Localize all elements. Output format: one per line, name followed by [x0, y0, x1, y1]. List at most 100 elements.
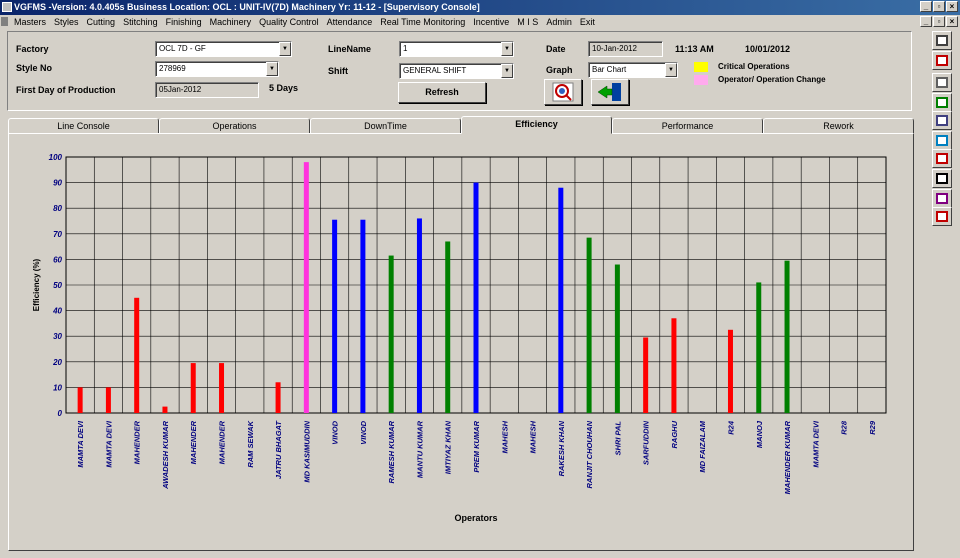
pdf-button[interactable]: [932, 149, 952, 168]
first-day-label: First Day of Production: [16, 85, 116, 95]
x-tick-label: R24: [726, 420, 735, 435]
clock-time: 11:13 AM: [675, 44, 714, 54]
style-select[interactable]: 278969 ▼: [155, 61, 279, 77]
menu-real-time-monitoring[interactable]: Real Time Monitoring: [380, 17, 465, 27]
menu-exit[interactable]: Exit: [580, 17, 595, 27]
efficiency-bar: [756, 282, 762, 413]
y-tick-label: 0: [58, 409, 63, 418]
settings-button[interactable]: [932, 189, 952, 208]
print-icon: [936, 35, 948, 46]
document-button[interactable]: [932, 111, 952, 130]
menu-finishing[interactable]: Finishing: [166, 17, 202, 27]
menu-mis[interactable]: M I S: [517, 17, 538, 27]
x-tick-label: AWADESH KUMAR: [161, 420, 170, 490]
chevron-down-icon[interactable]: ▼: [665, 63, 677, 77]
chevron-down-icon[interactable]: ▼: [501, 64, 513, 78]
factory-label: Factory: [16, 44, 49, 54]
export-button[interactable]: [932, 73, 952, 92]
tab-operations[interactable]: Operations: [159, 118, 310, 134]
settings-icon: [936, 193, 948, 204]
menu-attendance[interactable]: Attendance: [327, 17, 373, 27]
menu-quality-control[interactable]: Quality Control: [259, 17, 319, 27]
efficiency-bar: [162, 406, 168, 413]
tab-rework[interactable]: Rework: [763, 118, 914, 134]
menu-masters[interactable]: Masters: [14, 17, 46, 27]
window-title: VGFMS -Version: 4.0.405s Business Locati…: [14, 2, 480, 12]
menu-stitching[interactable]: Stitching: [123, 17, 158, 27]
shift-select[interactable]: GENERAL SHIFT ▼: [399, 63, 514, 79]
efficiency-bar: [671, 318, 677, 413]
efficiency-bar: [303, 162, 309, 413]
tab-line-console[interactable]: Line Console: [8, 118, 159, 134]
efficiency-bar: [643, 337, 649, 413]
print-button[interactable]: [932, 31, 952, 50]
close-icon[interactable]: ×: [946, 1, 958, 12]
legend-change: Operator/ Operation Change: [718, 75, 826, 84]
restore-icon[interactable]: ▫: [933, 1, 945, 12]
y-tick-label: 50: [53, 281, 62, 290]
exit-console-button[interactable]: [591, 79, 629, 105]
x-tick-label: R28: [840, 420, 849, 435]
change-swatch: [694, 75, 708, 85]
y-tick-label: 100: [49, 153, 63, 162]
word-icon: [936, 97, 948, 108]
y-axis-label: Efficiency (%): [32, 258, 41, 311]
first-day-field: 05Jan-2012: [155, 82, 259, 98]
document-icon: [936, 115, 948, 126]
close-report-button[interactable]: [932, 207, 952, 226]
efficiency-bar: [190, 363, 196, 413]
tab-downtime[interactable]: DownTime: [310, 118, 461, 134]
graph-label: Graph: [546, 65, 573, 75]
tab-strip: Line Console Operations DownTime Efficie…: [8, 116, 914, 134]
efficiency-bar: [219, 363, 225, 413]
menu-cutting[interactable]: Cutting: [87, 17, 116, 27]
notes-icon: [936, 135, 948, 146]
print-preview-button[interactable]: [932, 51, 952, 70]
document-icon: [1, 17, 8, 26]
legend-critical: Critical Operations: [718, 62, 790, 71]
word-button[interactable]: [932, 93, 952, 112]
factory-select[interactable]: OCL 7D - GF ▼: [155, 41, 292, 57]
tab-efficiency[interactable]: Efficiency: [461, 116, 612, 134]
export-icon: [936, 77, 948, 88]
efficiency-bar: [727, 329, 733, 413]
efficiency-bar: [614, 264, 620, 413]
chevron-down-icon[interactable]: ▼: [266, 62, 278, 76]
refresh-button[interactable]: Refresh: [398, 82, 486, 103]
grid-button[interactable]: [932, 169, 952, 188]
efficiency-bar: [105, 387, 111, 413]
menu-admin[interactable]: Admin: [546, 17, 572, 27]
critical-swatch: [694, 62, 708, 72]
menu-machinery[interactable]: Machinery: [210, 17, 252, 27]
chevron-down-icon[interactable]: ▼: [279, 42, 291, 56]
line-select[interactable]: 1 ▼: [399, 41, 514, 57]
chevron-down-icon[interactable]: ▼: [501, 42, 513, 56]
efficiency-chart-panel: 0 10 20 30 40 50 60 70 80 90 100 MAMTA DEVI MAMTA D…: [8, 133, 914, 551]
print-preview-icon: [936, 55, 948, 66]
magnifier-icon: [552, 82, 574, 102]
child-restore-icon[interactable]: ▫: [933, 16, 945, 27]
x-tick-label: RAMESH KUMAR: [387, 420, 396, 483]
child-minimize-icon[interactable]: _: [920, 16, 932, 27]
current-date: 10/01/2012: [745, 44, 791, 54]
graph-type-select[interactable]: Bar Chart ▼: [588, 62, 678, 78]
x-tick-label: MD FAIZALAM: [698, 420, 707, 472]
x-tick-label: MAHENDER: [189, 420, 198, 464]
y-tick-label: 80: [53, 204, 62, 213]
zoom-chart-button[interactable]: [544, 79, 582, 105]
y-tick-label: 40: [52, 307, 62, 316]
shift-label: Shift: [328, 66, 348, 76]
efficiency-bar: [416, 218, 422, 413]
x-tick-label: MANOJ: [755, 420, 764, 448]
x-tick-label: MAHENDER: [218, 420, 227, 464]
minimize-icon[interactable]: _: [920, 1, 932, 12]
y-tick-label: 90: [53, 179, 62, 188]
tab-performance[interactable]: Performance: [612, 118, 763, 134]
efficiency-bar: [332, 219, 338, 413]
menu-bar: Masters Styles Cutting Stitching Finishi…: [0, 15, 960, 29]
line-label: LineName: [328, 44, 372, 54]
menu-styles[interactable]: Styles: [54, 17, 79, 27]
notes-button[interactable]: [932, 131, 952, 150]
child-close-icon[interactable]: ×: [946, 16, 958, 27]
menu-incentive[interactable]: Incentive: [473, 17, 509, 27]
